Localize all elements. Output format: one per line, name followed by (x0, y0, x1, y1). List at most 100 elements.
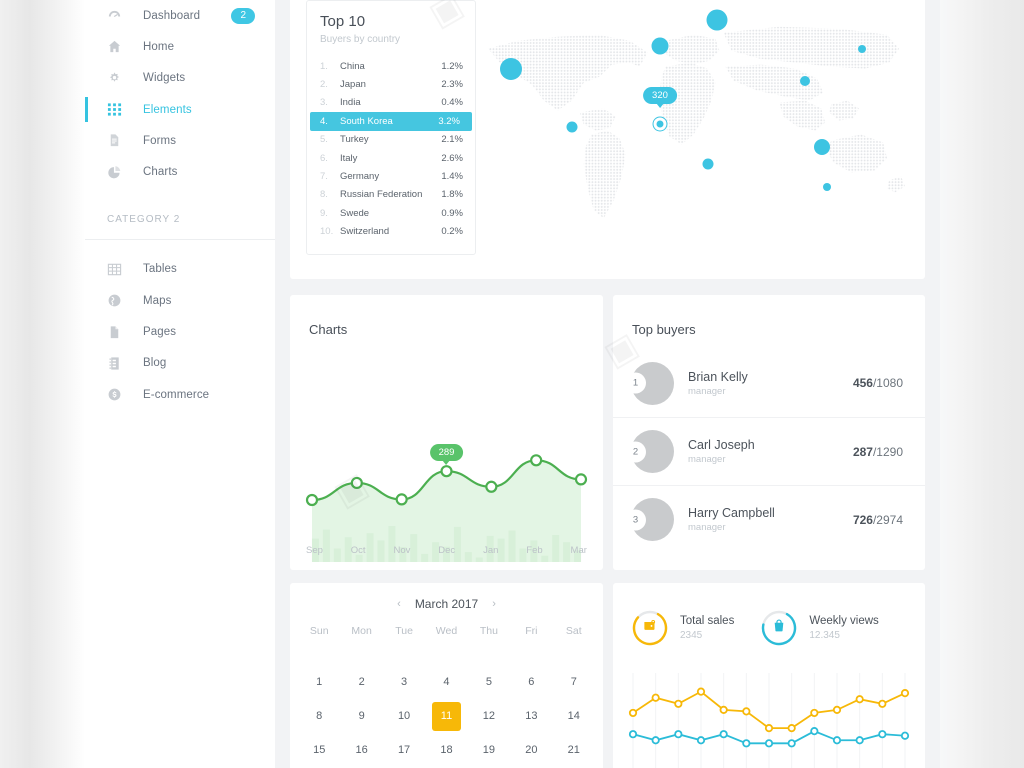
charts-card-title: Charts (309, 322, 348, 337)
sidebar-badge: 2 (231, 7, 255, 24)
stat-item[interactable]: Total sales 2345 (631, 609, 734, 647)
sidebar-item-blog[interactable]: Blog (85, 348, 275, 379)
top10-country: Switzerland (340, 226, 390, 238)
calendar-day[interactable]: 11 (425, 699, 467, 733)
map-marker[interactable] (651, 37, 669, 55)
top10-row[interactable]: 3. India 0.4% (307, 94, 475, 112)
buyer-value: 726/2974 (852, 512, 903, 527)
calendar-day-label: 13 (525, 710, 538, 722)
buyer-info: Harry Campbell manager (688, 506, 853, 533)
calendar-day[interactable]: 5 (468, 665, 510, 699)
top10-row[interactable]: 5. Turkey 2.1% (307, 131, 475, 149)
buyer-name: Carl Joseph (688, 438, 755, 452)
page-background-left (0, 0, 85, 768)
sidebar-item-label: Tables (143, 263, 177, 276)
map-marker[interactable] (814, 138, 831, 155)
sidebar-item-charts[interactable]: Charts (85, 156, 275, 187)
top10-row[interactable]: 1. China 1.2% (307, 57, 475, 75)
calendar-day[interactable]: 6 (510, 665, 552, 699)
sidebar-item-e-commerce[interactable]: E-commerce (85, 379, 275, 410)
area-chart[interactable]: 289 (298, 432, 611, 582)
calendar-day-label: 18 (440, 744, 453, 756)
calendar-day[interactable]: 19 (468, 733, 510, 767)
sidebar-category-label: CATEGORY 2 (107, 213, 181, 225)
sidebar-item-maps[interactable]: Maps (85, 285, 275, 316)
top10-rank: 2. (320, 79, 328, 91)
calendar-day[interactable]: 8 (298, 699, 340, 733)
calendar-day[interactable]: 9 (340, 699, 382, 733)
map-marker[interactable] (566, 121, 578, 133)
calendar-day[interactable]: 10 (383, 699, 425, 733)
sidebar-item-elements[interactable]: Elements (85, 94, 275, 125)
calendar-day-label: 14 (567, 710, 580, 722)
calendar-day[interactable]: 16 (340, 733, 382, 767)
calendar-day[interactable]: 12 (468, 699, 510, 733)
buyer-row[interactable]: 2 Carl Joseph manager 287/1290 (613, 417, 925, 485)
buyer-info: Carl Joseph manager (688, 438, 853, 465)
calendar-day[interactable]: 3 (383, 665, 425, 699)
sidebar-primary-nav: Dashboard 2 Home Widgets Elements Forms Charts (85, 0, 275, 188)
top10-row[interactable]: 2. Japan 2.3% (307, 75, 475, 93)
content-area: Top 10 Buyers by country 1. China 1.2% 2. Ja… (275, 0, 940, 768)
sidebar-item-widgets[interactable]: Widgets (85, 63, 275, 94)
calendar-prev-button[interactable]: ‹ (397, 598, 401, 610)
calendar-weekday: Thu (479, 625, 498, 637)
calendar-next-button[interactable]: › (492, 598, 496, 610)
top10-row[interactable]: 8. Russian Federation 1.8% (307, 186, 475, 204)
calendar-day-label: 21 (567, 744, 580, 756)
calendar-day-label: 3 (401, 676, 408, 688)
sidebar-item-label: Elements (143, 103, 192, 116)
top10-row[interactable]: 7. Germany 1.4% (307, 167, 475, 185)
map-marker[interactable] (702, 158, 714, 170)
calendar-day[interactable]: 18 (425, 733, 467, 767)
buyer-role: manager (688, 385, 726, 397)
buyer-role: manager (688, 522, 726, 533)
map-marker[interactable] (822, 182, 831, 191)
calendar-day[interactable]: 20 (510, 733, 552, 767)
page-icon (107, 323, 129, 341)
map-marker[interactable] (499, 58, 522, 81)
buyer-row[interactable]: 1 Brian Kelly manager 456/1080 (613, 349, 925, 417)
top10-row[interactable]: 10. Switzerland 0.2% (307, 223, 475, 241)
buyer-row[interactable]: 3 Harry Campbell manager 726/2974 (613, 485, 925, 553)
calendar-day[interactable]: 15 (298, 733, 340, 767)
map-selected-marker[interactable] (653, 117, 667, 131)
sidebar-item-dashboard[interactable]: Dashboard 2 (85, 0, 275, 31)
top10-percent: 1.4% (441, 171, 463, 183)
sidebar-item-label: Pages (143, 326, 177, 339)
stat-value: 2345 (680, 630, 703, 641)
dashboard-page: Dashboard 2 Home Widgets Elements Forms Charts… (0, 0, 1024, 768)
calendar-day[interactable]: 13 (510, 699, 552, 733)
sidebar-item-tables[interactable]: Tables (85, 254, 275, 285)
buyer-rank: 2 (625, 441, 646, 462)
top10-row[interactable]: 6. Italy 2.6% (307, 149, 475, 167)
calendar-day[interactable]: 4 (425, 665, 467, 699)
top10-percent: 2.3% (441, 79, 463, 91)
table-icon (107, 260, 129, 278)
calendar-day[interactable]: 2 (340, 665, 382, 699)
stat-item[interactable]: Weekly views 12.345 (760, 609, 879, 647)
buyer-rank: 3 (625, 509, 646, 530)
sidebar-item-home[interactable]: Home (85, 31, 275, 62)
top10-row[interactable]: 9. Swede 0.9% (307, 204, 475, 222)
stats-card: Total sales 2345 Weekly views 12.345 (613, 583, 925, 768)
top-buyers-card: Top buyers 1 Brian Kelly manager 456/1080 2 C… (613, 295, 925, 570)
dual-line-chart[interactable] (623, 673, 915, 768)
map-marker[interactable] (706, 9, 728, 31)
map-marker[interactable] (857, 45, 866, 54)
calendar-day[interactable]: 17 (383, 733, 425, 767)
calendar-day[interactable]: 21 (553, 733, 595, 767)
sidebar-item-pages[interactable]: Pages (85, 316, 275, 347)
map-marker[interactable] (799, 75, 810, 86)
calendar-day[interactable]: 14 (553, 699, 595, 733)
wallet-icon (643, 618, 658, 638)
sidebar-item-forms[interactable]: Forms (85, 125, 275, 156)
page-background-right (940, 0, 1024, 768)
stat-label: Total sales (680, 615, 735, 627)
home-icon (107, 38, 129, 56)
calendar-day[interactable]: 1 (298, 665, 340, 699)
world-map[interactable]: 320 (480, 0, 919, 273)
calendar-day[interactable]: 7 (553, 665, 595, 699)
top10-row[interactable]: 4. South Korea 3.2% (310, 112, 472, 131)
charts-card: Charts 289 Sep Oct Nov Dec Jan Feb Mar (290, 295, 603, 570)
